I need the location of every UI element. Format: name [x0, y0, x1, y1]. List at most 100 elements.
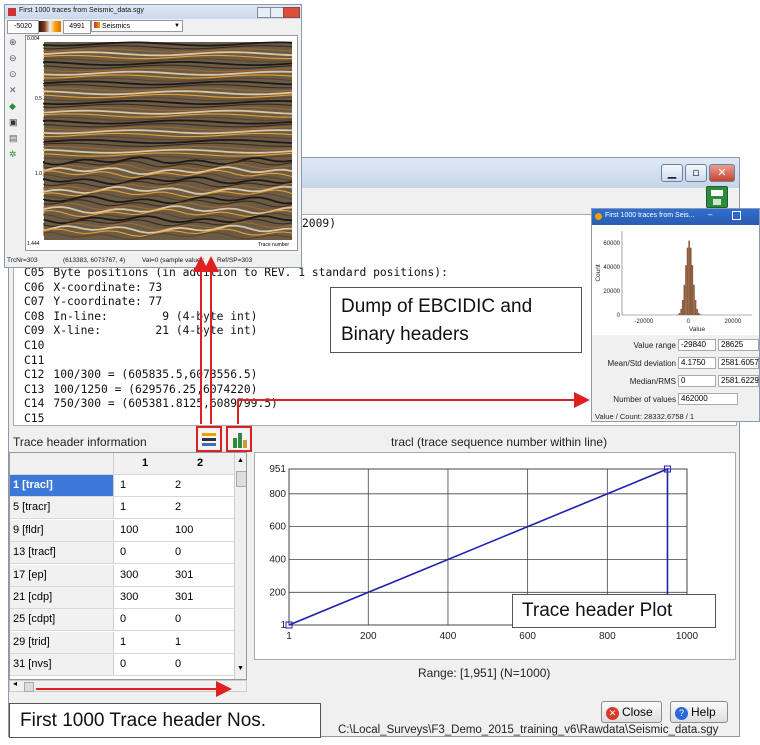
cell-value-2[interactable]: 0 [175, 542, 225, 563]
table-row[interactable]: 25 [cdpt] 0 0 [10, 609, 234, 632]
table-row[interactable]: 1 [tracl] 1 2 [10, 475, 234, 497]
cell-value-2[interactable]: 2 [175, 475, 225, 496]
table-row[interactable]: 9 [fldr] 100 100 [10, 519, 234, 542]
table-row[interactable]: 17 [ep] 300 301 [10, 564, 234, 587]
stat-value-a[interactable]: 462000 [678, 393, 738, 405]
stat-value-a[interactable]: -29840 [678, 339, 716, 351]
snapshot-icon[interactable]: ▣ [9, 117, 21, 127]
row-header[interactable]: 1 [tracl] [10, 475, 114, 496]
colortable-icon[interactable] [196, 426, 222, 452]
zoom-in-icon[interactable]: ⊕ [9, 37, 21, 47]
table-row[interactable]: 29 [trid] 1 1 [10, 631, 234, 654]
y-tick-label: 800 [269, 489, 286, 500]
column-header-2[interactable]: 2 [175, 453, 225, 474]
cell-value-2[interactable]: 100 [175, 520, 225, 541]
cell-value-1[interactable]: 300 [120, 587, 170, 608]
cell-value-2[interactable]: 301 [175, 587, 225, 608]
histogram-plot-area[interactable]: 60000 40000 20000 0 -20000 0 20000 Value Count [592, 225, 759, 335]
x-tick-label: 1 [286, 631, 292, 642]
hist-x-tick: 20000 [724, 319, 741, 325]
seismic-viewer-window: First 1000 traces from Seismic_data.sgy … [4, 4, 302, 268]
seismic-status-bar: TrcNr=303 (613383, 6073767, 4) Val=0 (sa… [5, 254, 301, 267]
stat-value-a[interactable]: 0 [678, 375, 716, 387]
view-icon[interactable]: ◆ [9, 101, 21, 111]
table-row[interactable]: 31 [nvs] 0 0 [10, 654, 234, 677]
table-row[interactable]: 5 [tracr] 1 2 [10, 497, 234, 520]
x-tick-label: 400 [440, 631, 457, 642]
zoom-reset-icon[interactable]: ⊙ [9, 69, 21, 79]
trace-header-plot[interactable]: 1 200 400 600 800 1000 951 800 600 400 200 1 [254, 452, 736, 660]
cell-value-2[interactable]: 0 [175, 654, 225, 675]
table-vertical-scrollbar[interactable]: ▲ ▼ [234, 453, 246, 679]
dump-line: C14 750/300 = (605381.8125,6089799.5) [24, 397, 278, 410]
help-button[interactable]: ? Help [670, 701, 728, 723]
colorbar-max-field[interactable]: 4991 [63, 20, 91, 34]
cell-value-1[interactable]: 0 [120, 609, 170, 630]
seismic-y-tick-3: 1.444 [27, 241, 40, 247]
row-header[interactable]: 17 [ep] [10, 564, 114, 586]
stat-value-b[interactable]: 2581.6057 [718, 357, 759, 369]
seismic-titlebar: First 1000 traces from Seismic_data.sgy [5, 5, 301, 19]
seismic-vertical-toolbar: ⊕ ⊖ ⊙ ✕ ◆ ▣ ▤ ✲ [9, 37, 21, 159]
row-header[interactable]: 9 [fldr] [10, 519, 114, 541]
seismic-window-title: First 1000 traces from Seismic_data.sgy [19, 7, 144, 14]
dump-line-code: C07 [24, 295, 45, 309]
table-horizontal-scrollbar[interactable]: ◂ [9, 679, 247, 692]
histogram-maximize-button[interactable] [732, 211, 741, 220]
cell-value-1[interactable]: 1 [120, 632, 170, 653]
hist-bar [678, 312, 681, 315]
close-button[interactable]: ✕ Close [601, 701, 662, 723]
row-header[interactable]: 31 [nvs] [10, 654, 114, 676]
maximize-button[interactable]: ▫ [685, 164, 707, 182]
seismic-minimize-button[interactable] [257, 7, 271, 18]
row-header[interactable]: 21 [cdp] [10, 587, 114, 608]
colorbar-gradient [39, 21, 61, 32]
cell-value-1[interactable]: 0 [120, 542, 170, 563]
table-row[interactable]: 13 [tracf] 0 0 [10, 542, 234, 565]
seismic-plot-area[interactable]: 0.004 0.5 1.0 1.444 Trace number [25, 35, 298, 251]
save-icon[interactable] [706, 186, 728, 208]
seismic-y-tick-2: 1.0 [35, 171, 42, 177]
window-close-button[interactable]: ✕ [709, 164, 735, 182]
trace-header-table[interactable]: 1 2 1 [tracl] 1 2 5 [tracr] 1 2 9 [fldr] 100 100… [9, 452, 247, 680]
cell-value-1[interactable]: 1 [120, 475, 170, 496]
colortable-select[interactable]: Seismics ▼ [91, 20, 183, 32]
cell-value-2[interactable]: 301 [175, 565, 225, 586]
dump-line-text: In-line: 9 (4-byte int) [53, 309, 258, 323]
cell-value-2[interactable]: 1 [175, 632, 225, 653]
seismic-maximize-button[interactable] [270, 7, 284, 18]
histogram-window: First 1000 traces from Seis... – 60000 40… [591, 208, 760, 422]
cell-value-2[interactable]: 0 [175, 609, 225, 630]
stat-value-b[interactable]: 2581.6229 [718, 375, 759, 387]
seismic-close-button[interactable] [283, 7, 300, 18]
histogram-minimize-button[interactable]: – [708, 210, 712, 219]
row-header[interactable]: 25 [cdpt] [10, 609, 114, 631]
stat-value-a[interactable]: 4.1750 [678, 357, 716, 369]
settings-icon[interactable]: ✲ [9, 149, 21, 159]
zoom-out-icon[interactable]: ⊖ [9, 53, 21, 63]
dump-line-code: C15 [24, 412, 45, 425]
y-tick-label: 400 [269, 554, 286, 565]
cell-value-2[interactable]: 2 [175, 497, 225, 518]
stat-label: Number of values [613, 395, 676, 404]
hist-y-tick: 0 [617, 313, 621, 319]
colorbar-min-field[interactable]: -5020 [7, 20, 39, 34]
cell-value-1[interactable]: 0 [120, 654, 170, 675]
flip-icon[interactable]: ✕ [9, 85, 21, 95]
table-row[interactable]: 21 [cdp] 300 301 [10, 587, 234, 609]
row-header[interactable]: 5 [tracr] [10, 497, 114, 519]
row-header[interactable]: 13 [tracf] [10, 542, 114, 564]
plot-annotation: Trace header Plot [512, 594, 716, 628]
seismic-section-image [43, 41, 293, 240]
cell-value-1[interactable]: 1 [120, 497, 170, 518]
column-header-1[interactable]: 1 [120, 453, 170, 474]
print-icon[interactable]: ▤ [9, 133, 21, 143]
cell-value-1[interactable]: 300 [120, 565, 170, 586]
status-coordinates: (613383, 6073767, 4) [63, 257, 126, 264]
histogram-icon[interactable] [226, 426, 252, 452]
dump-annotation: Dump of EBCIDIC and Binary headers [330, 287, 582, 353]
stat-value-b[interactable]: 28625 [718, 339, 759, 351]
row-header[interactable]: 29 [trid] [10, 631, 114, 653]
cell-value-1[interactable]: 100 [120, 520, 170, 541]
minimize-button[interactable]: ▁ [661, 164, 683, 182]
